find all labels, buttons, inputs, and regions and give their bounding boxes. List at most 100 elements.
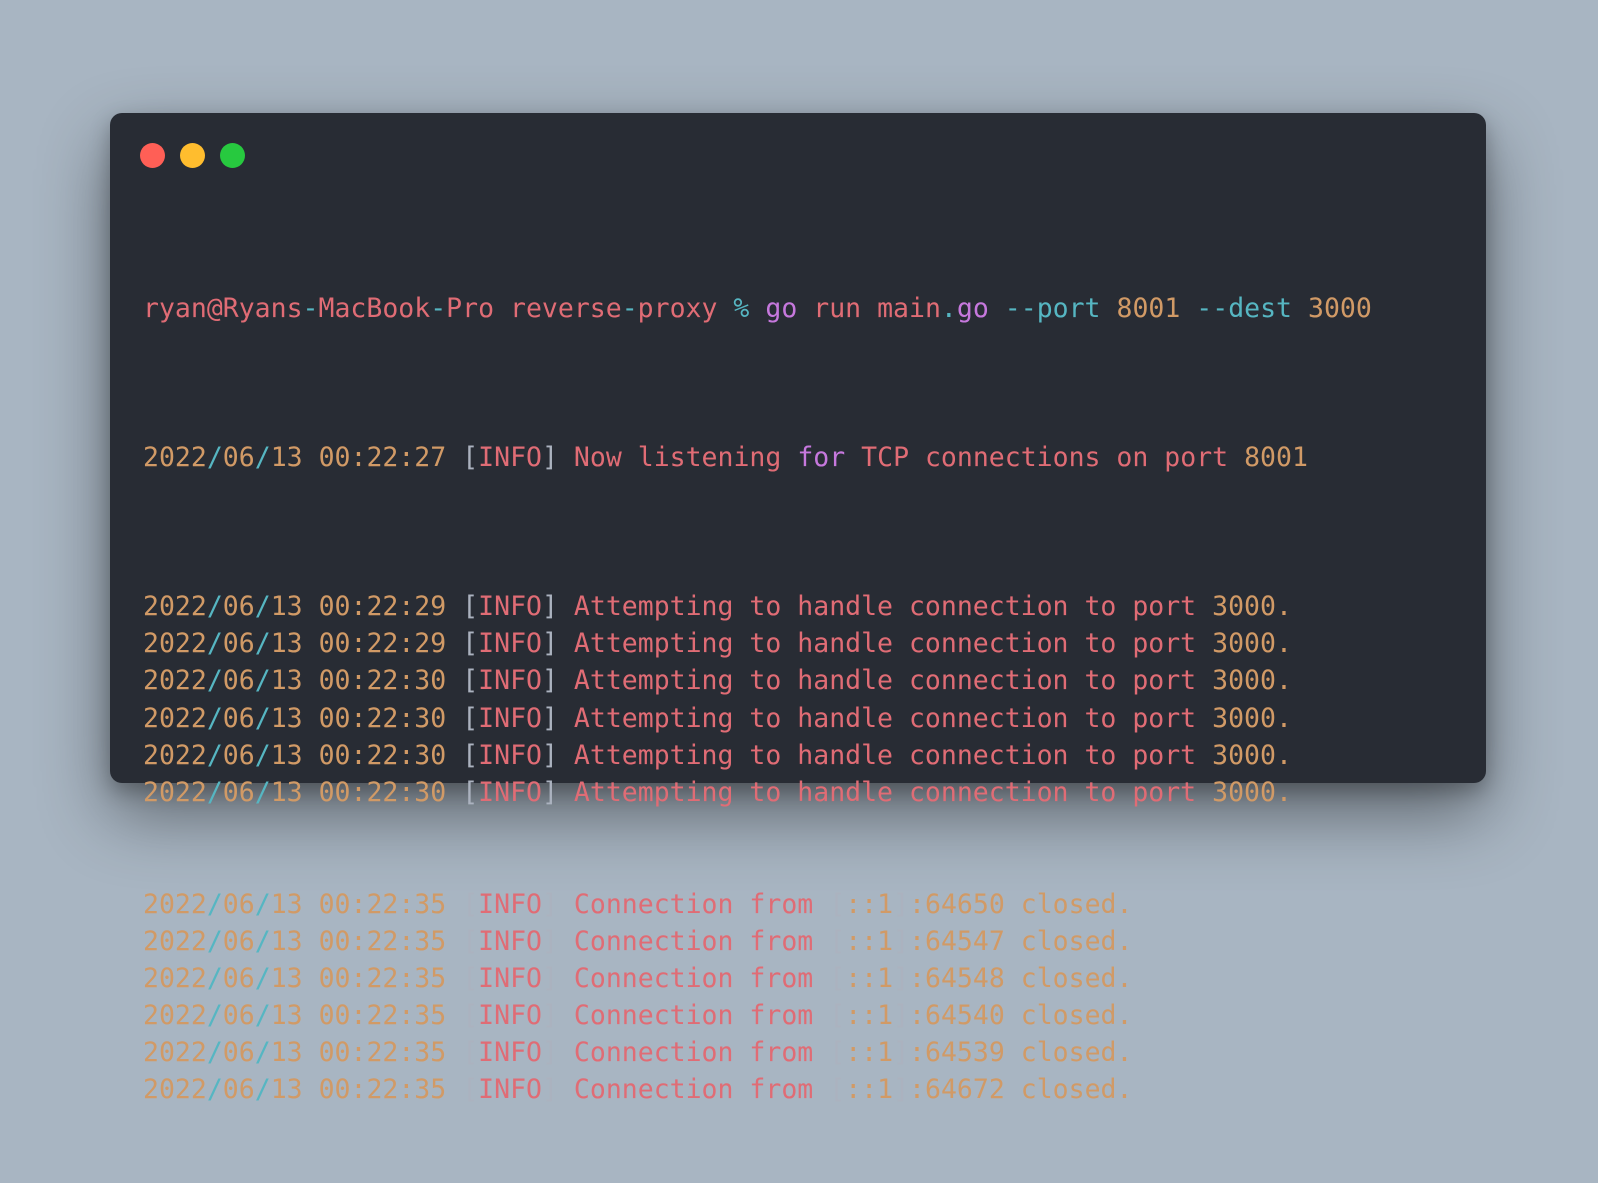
log-text: run (813, 293, 862, 325)
log-text: closed. (1020, 1074, 1133, 1106)
log-text: 13 (270, 665, 303, 697)
log-text: 2022 (143, 702, 207, 734)
log-text: 06 (222, 776, 255, 808)
log-text: ::1 (845, 888, 894, 920)
close-window-button[interactable] (140, 143, 165, 168)
log-text: INFO (478, 1037, 542, 1069)
log-line: 2022/06/13 00:22:35 [INFO] Connection fr… (143, 886, 1372, 923)
log-text: 8001 (1244, 442, 1308, 474)
log-text: / (206, 888, 223, 920)
log-text: 00:22:35 (318, 1000, 447, 1032)
log-text: / (254, 1000, 271, 1032)
log-text: [ (462, 739, 479, 771)
log-text: 06 (222, 628, 255, 660)
log-text: closed. (1020, 1000, 1133, 1032)
log-text: / (206, 665, 223, 697)
log-line: 2022/06/13 00:22:35 [INFO] Connection fr… (143, 997, 1372, 1034)
log-text: Attempting to handle connection to port (573, 591, 1197, 622)
log-text: ] (541, 962, 558, 994)
log-text: [ (462, 1074, 479, 1106)
log-line: 2022/06/13 00:22:35 [INFO] Connection fr… (143, 1071, 1372, 1108)
log-text: Now listening (573, 442, 782, 474)
log-text: % (733, 293, 750, 325)
log-text: ] (893, 1074, 910, 1106)
log-text: 64540 (925, 1000, 1005, 1032)
log-text: ] (541, 665, 558, 697)
attempt-log-group: 2022/06/13 00:22:29 [INFO] Attempting to… (143, 588, 1372, 811)
log-text: / (254, 1074, 271, 1106)
log-text: / (254, 702, 271, 734)
log-text: 2022 (143, 925, 207, 957)
log-text: 00:22:30 (318, 739, 447, 771)
log-text: : (909, 1000, 925, 1032)
log-text: Connection from (573, 888, 814, 920)
log-text: 00:22:35 (318, 1037, 447, 1069)
log-text: ] (541, 739, 558, 771)
log-text: [ (462, 925, 479, 957)
log-text: 3000. (1212, 591, 1292, 622)
log-text: 13 (270, 591, 303, 622)
log-text: 13 (270, 739, 303, 771)
log-text: 06 (222, 925, 255, 957)
log-text: INFO (478, 591, 542, 622)
log-text: [ (462, 442, 479, 474)
log-text: 64672 (925, 1074, 1005, 1106)
log-text: proxy (637, 293, 718, 325)
log-text: [ (462, 1000, 479, 1032)
log-text: INFO (478, 665, 542, 697)
log-text: 64539 (925, 1037, 1005, 1069)
log-text: [ (462, 888, 479, 920)
log-text: 3000. (1212, 776, 1292, 808)
log-text: [ (462, 1037, 479, 1069)
log-text: INFO (478, 1074, 542, 1106)
minimize-window-button[interactable] (180, 143, 205, 168)
log-text: INFO (478, 962, 542, 994)
log-text: [ (829, 962, 846, 994)
log-text: / (206, 442, 223, 474)
log-text: ] (541, 776, 558, 808)
log-text: : (909, 1074, 925, 1106)
log-text: / (206, 962, 223, 994)
log-text: / (254, 591, 271, 622)
log-text: 13 (270, 628, 303, 660)
log-text: 06 (222, 442, 255, 474)
log-text: 06 (222, 739, 255, 771)
zoom-window-button[interactable] (220, 143, 245, 168)
log-text: TCP connections on port (861, 442, 1229, 474)
log-text: 2022 (143, 739, 207, 771)
log-text: ] (541, 1037, 558, 1069)
log-text: - (302, 293, 319, 325)
log-text: --port (1004, 293, 1101, 325)
log-line: 2022/06/13 00:22:35 [INFO] Connection fr… (143, 960, 1372, 997)
log-text: 2022 (143, 628, 207, 660)
log-text: 00:22:30 (318, 776, 447, 808)
log-text: INFO (478, 702, 542, 734)
log-text: 64650 (925, 888, 1005, 920)
log-text: 13 (270, 1074, 303, 1106)
log-text: ] (541, 591, 558, 622)
log-line: 2022/06/13 00:22:35 [INFO] Connection fr… (143, 923, 1372, 960)
log-text: 13 (270, 962, 303, 994)
log-text: 13 (270, 776, 303, 808)
log-text: / (206, 776, 223, 808)
log-text: INFO (478, 628, 542, 660)
log-text: ::1 (845, 1000, 894, 1032)
log-text: [ (829, 1074, 846, 1106)
log-text: ] (541, 442, 558, 474)
log-line: 2022/06/13 00:22:30 [INFO] Attempting to… (143, 662, 1372, 699)
log-text: ] (541, 702, 558, 734)
log-text: 00:22:29 (318, 628, 447, 660)
log-text: / (206, 628, 223, 660)
log-text: 13 (270, 1000, 303, 1032)
log-text: ] (541, 1074, 558, 1106)
log-text: 64547 (925, 925, 1005, 957)
log-text: INFO (478, 776, 542, 808)
log-text: / (254, 1037, 271, 1069)
log-line: 2022/06/13 00:22:27 [INFO] Now listening… (143, 439, 1372, 476)
log-text: 06 (222, 1074, 255, 1106)
log-text: [ (462, 628, 479, 660)
terminal-output[interactable]: ryan@Ryans-MacBook-Pro reverse-proxy % g… (143, 216, 1372, 1183)
log-text: 00:22:30 (318, 702, 447, 734)
log-text: Connection from (573, 1074, 814, 1106)
log-text: / (254, 628, 271, 660)
